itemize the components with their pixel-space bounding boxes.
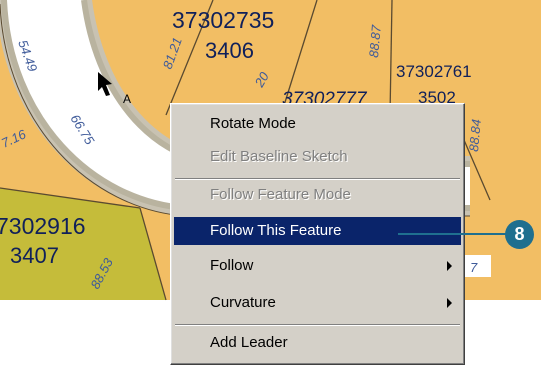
menu-item-add-leader[interactable]: Add Leader [174,329,461,357]
parcel-id-label: 7302916 [0,213,86,239]
parcel-number-label: 3406 [205,38,254,63]
menu-separator [175,178,460,180]
menu-item-rotate-mode[interactable]: Rotate Mode [174,110,461,138]
callout-leader-line [398,233,508,235]
menu-separator [175,324,460,326]
menu-item-follow-this-feature[interactable]: Follow This Feature [174,217,461,245]
parcel-number-label: 3407 [10,243,59,268]
dimension-label: 88.87 [366,24,384,58]
parcel-id-label: 37302735 [172,7,274,33]
menu-item-edit-baseline-sketch[interactable]: Edit Baseline Sketch [174,143,461,171]
menu-item-follow-feature-mode[interactable]: Follow Feature Mode [174,181,461,209]
step-callout-badge: 8 [505,220,534,249]
point-label: A [123,92,131,106]
menu-item-curvature[interactable]: Curvature [174,289,461,317]
dimension-label: 88.84 [466,119,484,153]
menu-item-follow[interactable]: Follow [174,252,461,280]
submenu-arrow-icon [447,261,452,271]
parcel-id-label: 37302761 [396,62,472,81]
edge-text: 7 [470,260,478,275]
submenu-arrow-icon [447,298,452,308]
